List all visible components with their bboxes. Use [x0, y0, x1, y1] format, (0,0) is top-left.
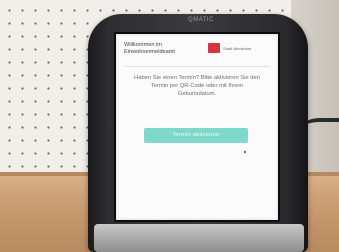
screen-speck [244, 151, 246, 153]
logo-text: Stadt Niederzier [223, 45, 252, 51]
brand-label: QMATIC [188, 17, 214, 23]
header-divider [124, 66, 270, 67]
scene: QMATIC Willkommen im Einwohnermeldeamt S… [0, 0, 339, 252]
activate-appointment-button[interactable]: Termin aktivieren [144, 128, 248, 143]
appointment-prompt: Haben Sie einen Termin? Bitte aktivieren… [134, 75, 260, 97]
kiosk-base [94, 224, 304, 252]
welcome-title: Willkommen im Einwohnermeldeamt [124, 42, 175, 55]
city-logo: Stadt Niederzier [208, 41, 270, 55]
logo-mark-icon [208, 43, 220, 53]
screen-header: Willkommen im Einwohnermeldeamt Stadt Ni… [124, 41, 270, 63]
kiosk-screen: Willkommen im Einwohnermeldeamt Stadt Ni… [114, 32, 280, 222]
